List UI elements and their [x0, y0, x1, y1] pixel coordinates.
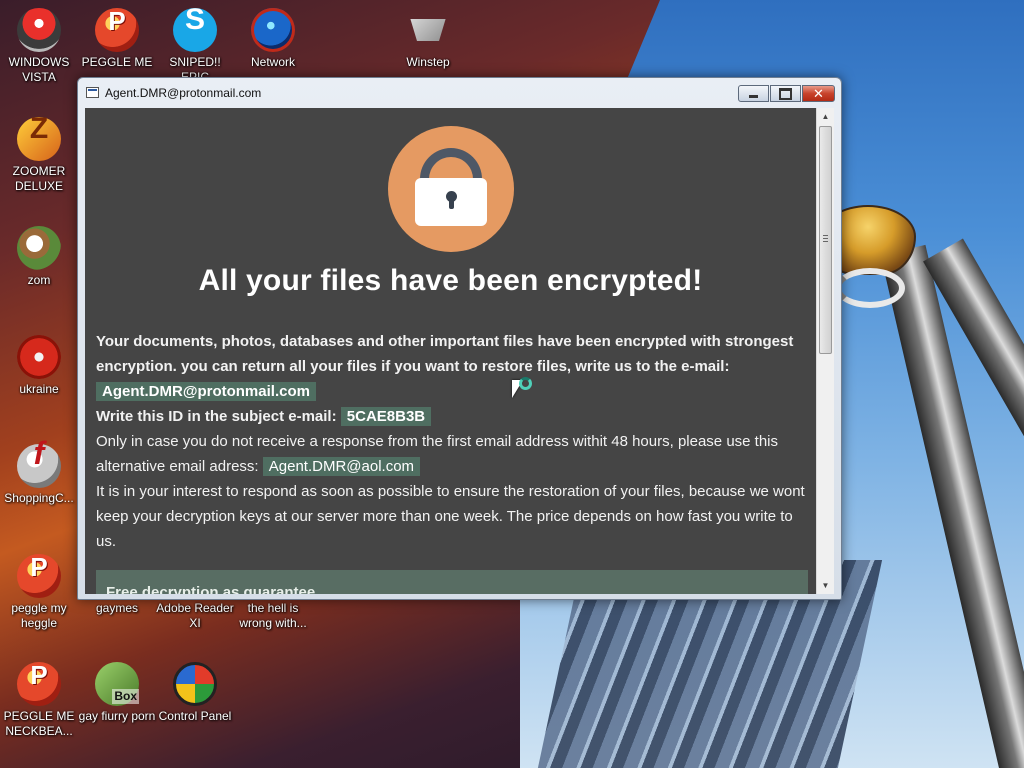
desktop-icon-label: gaymes — [95, 601, 139, 615]
desktop-icon-gay-fiurry[interactable]: gay fiurry porn — [78, 662, 156, 724]
desktop-icon-shopping[interactable]: ShoppingC... — [0, 444, 78, 506]
lock-icon — [388, 126, 514, 252]
headline: All your files have been encrypted! — [198, 264, 703, 297]
vista-icon — [17, 8, 61, 52]
desktop-icon-label: Control Panel — [158, 709, 232, 723]
busy-spinner-icon — [519, 377, 532, 390]
grip-icon — [823, 235, 828, 242]
box-icon — [95, 662, 139, 706]
zoomer-icon — [17, 117, 61, 161]
space-needle-ring — [835, 268, 905, 308]
flash-icon — [17, 444, 61, 488]
paragraph-1-text: Your documents, photos, databases and ot… — [96, 333, 794, 375]
minimize-button[interactable] — [738, 85, 769, 102]
desktop-icon-label: zom — [27, 273, 51, 287]
desktop-icon-label: Winstep — [406, 55, 450, 69]
alt-email[interactable]: Agent.DMR@aol.com — [262, 457, 421, 476]
desktop-icon-winstep[interactable]: Winstep — [389, 8, 467, 70]
desktop-icon-peggle-me[interactable]: PEGGLE ME — [78, 8, 156, 70]
desktop-icon-label: ukraine — [19, 382, 59, 396]
desktop-icon-peggle-me-neckbea[interactable]: PEGGLE ME NECKBEA... — [0, 662, 78, 739]
peggle-icon — [95, 8, 139, 52]
desktop-icon-label: PEGGLE ME NECKBEA... — [3, 709, 75, 738]
app-window-icon — [86, 87, 99, 98]
paragraph-2-text: Only in case you do not receive a respon… — [96, 433, 779, 475]
desktop-icon-windows-vista[interactable]: WINDOWS VISTA — [0, 8, 78, 85]
ransom-window[interactable]: Agent.DMR@protonmail.com ✕ All your file… — [77, 77, 842, 600]
paragraph-1: Your documents, photos, databases and ot… — [96, 329, 808, 404]
flower-icon — [17, 226, 61, 270]
desktop-icon-label: peggle my heggle — [11, 601, 67, 630]
window-title: Agent.DMR@protonmail.com — [105, 86, 262, 100]
desktop-icon-label: PEGGLE ME — [81, 55, 153, 69]
ransom-content: All your files have been encrypted! Your… — [85, 108, 816, 594]
vertical-scrollbar[interactable]: ▲ ▼ — [816, 108, 834, 594]
desktop-icon-zoomer-deluxe[interactable]: ZOOMER DELUXE — [0, 117, 78, 194]
paragraph-2: Only in case you do not receive a respon… — [96, 429, 808, 479]
desktop-icon-label: Network — [250, 55, 295, 69]
maximize-button[interactable] — [770, 85, 801, 102]
skype-icon — [173, 8, 217, 52]
desktop-icon-control-panel[interactable]: Control Panel — [156, 662, 234, 724]
winstep-icon — [410, 19, 446, 41]
desktop-icon-label: ShoppingC... — [4, 491, 74, 505]
desktop-icon-sniped-epic[interactable]: SNIPED!! EPIC — [156, 8, 234, 85]
guarantee-box: Free decryption as guarantee — [96, 570, 808, 594]
id-value[interactable]: 5CAE8B3B — [340, 407, 432, 426]
ransom-message: Your documents, photos, databases and ot… — [96, 329, 808, 554]
desktop-icon-label: gay fiurry porn — [78, 709, 156, 723]
keyhole-icon — [446, 191, 457, 209]
window-controls: ✕ — [738, 85, 835, 102]
desktop-icon-peggle-my-heggle[interactable]: peggle my heggle — [0, 554, 78, 631]
desktop-icon-ukraine[interactable]: ukraine — [0, 335, 78, 397]
desktop-icon-network[interactable]: Network — [234, 8, 312, 70]
peggle-icon — [17, 662, 61, 706]
radiation-icon — [17, 335, 61, 379]
guarantee-heading: Free decryption as guarantee — [106, 584, 316, 594]
desktop-icon-label: ZOOMER DELUXE — [12, 164, 66, 193]
desktop-icon-label: WINDOWS VISTA — [8, 55, 70, 84]
id-label: Write this ID in the subject e-mail: — [96, 408, 337, 425]
control-panel-icon — [173, 662, 217, 706]
desktop-icon-label: the hell is wrong with... — [239, 601, 307, 630]
peggle-icon — [17, 554, 61, 598]
network-icon — [251, 8, 295, 52]
paragraph-3: It is in your interest to respond as soo… — [96, 483, 805, 550]
lock-body — [415, 178, 487, 226]
id-line: Write this ID in the subject e-mail: 5CA… — [96, 404, 808, 429]
scroll-up-arrow-icon[interactable]: ▲ — [817, 108, 834, 125]
desktop-icon-label: Adobe Reader XI — [156, 601, 234, 630]
window-client-area: All your files have been encrypted! Your… — [85, 108, 834, 594]
desktop-icon-zom[interactable]: zom — [0, 226, 78, 288]
window-titlebar[interactable]: Agent.DMR@protonmail.com ✕ — [78, 78, 841, 108]
scrollbar-thumb[interactable] — [819, 126, 832, 354]
close-button[interactable]: ✕ — [802, 85, 835, 102]
primary-email[interactable]: Agent.DMR@protonmail.com — [96, 382, 316, 401]
scroll-down-arrow-icon[interactable]: ▼ — [817, 577, 834, 594]
